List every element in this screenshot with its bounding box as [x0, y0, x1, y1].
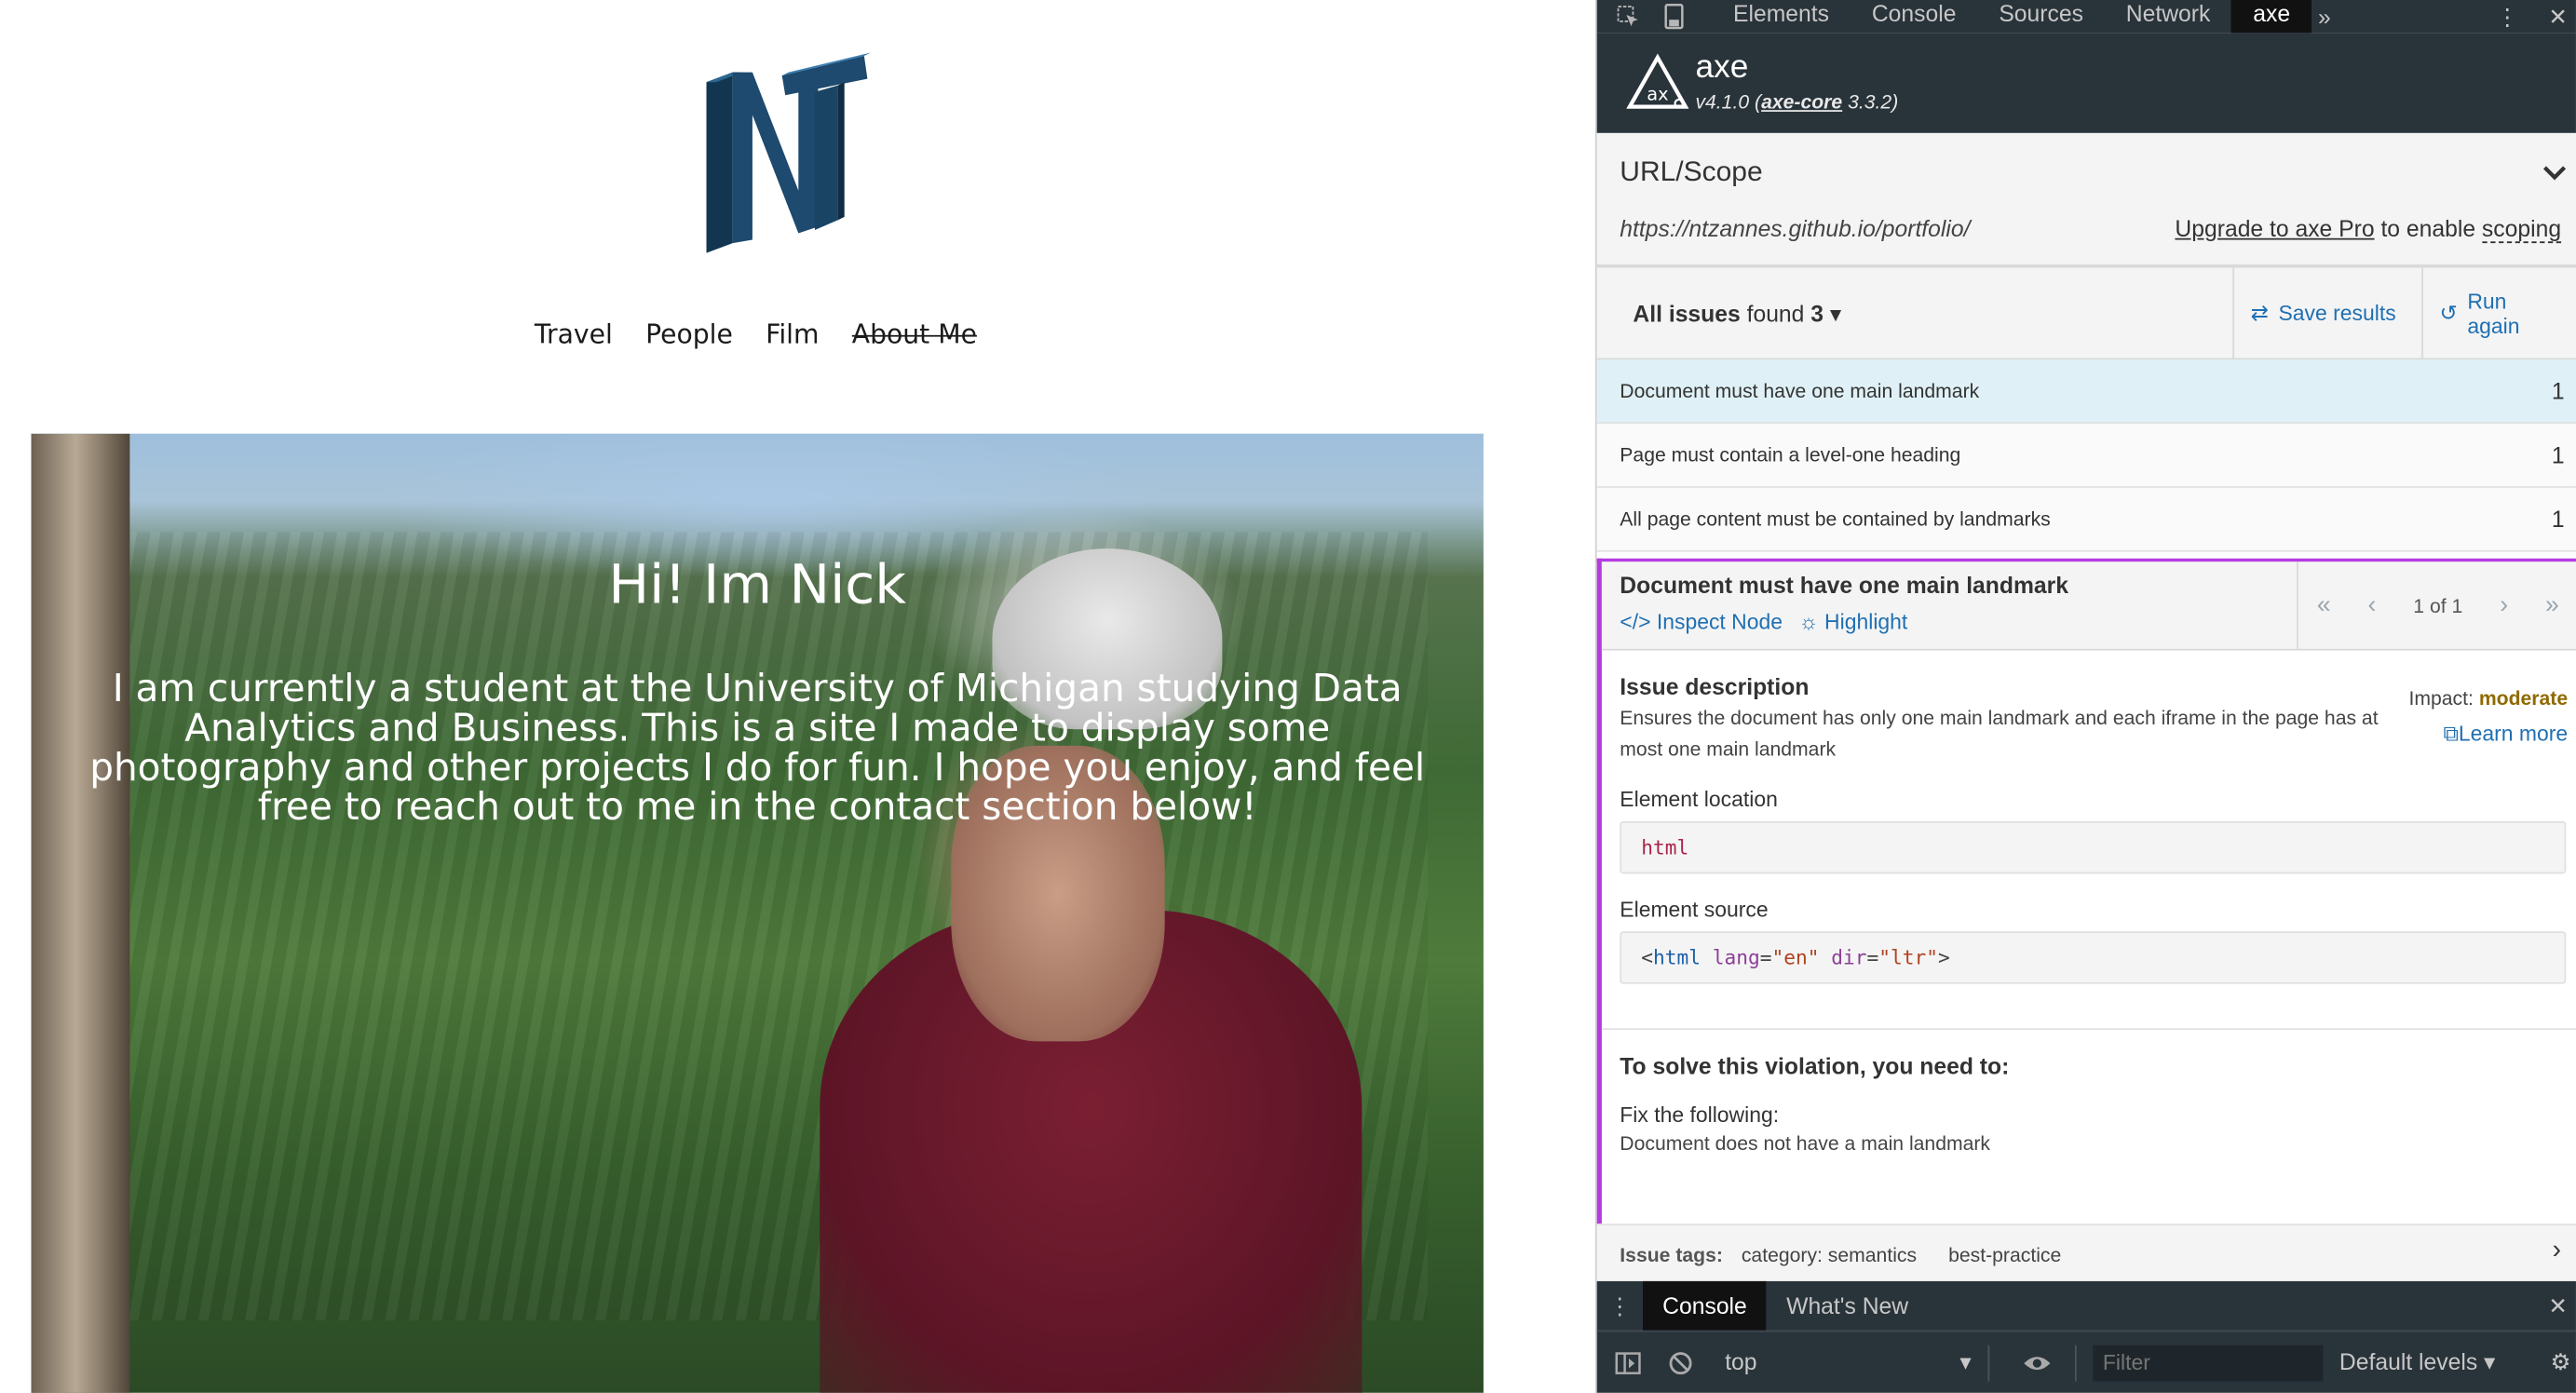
url-scope-title: URL/Scope	[1620, 156, 1763, 188]
highlight-icon: ☼	[1798, 609, 1819, 634]
issue-row-landmarks[interactable]: All page content must be contained by la…	[1596, 487, 2576, 552]
console-filter-input[interactable]	[2093, 1344, 2324, 1381]
run-again-button[interactable]: ↺ Run again	[2421, 267, 2576, 358]
impact-value: moderate	[2478, 686, 2569, 710]
clear-console-icon[interactable]	[1660, 1346, 1702, 1379]
drawer-menu-icon[interactable]: ⋮	[1597, 1292, 1643, 1319]
prev-page-icon[interactable]: ‹	[2368, 591, 2377, 619]
pager-status: 1 of 1	[2413, 593, 2463, 617]
fix-label: Fix the following:	[1620, 1102, 1780, 1128]
tab-sources[interactable]: Sources	[1977, 0, 2104, 33]
external-link-icon: ⧉	[2443, 721, 2459, 746]
svg-text:ax: ax	[1647, 84, 1668, 105]
save-results-button[interactable]: ⇄ Save results	[2232, 267, 2421, 358]
issues-summary-bar: All issues found 3 ▾ ⇄ Save results ↺ Ru…	[1596, 267, 2576, 360]
close-icon[interactable]: ✕	[2548, 3, 2568, 31]
site-nav: Travel People Film About Me	[0, 318, 1512, 350]
chevron-right-icon[interactable]: ›	[2553, 1237, 2561, 1266]
sidebar-toggle-icon[interactable]	[1607, 1346, 1649, 1379]
inspect-node-link[interactable]: </> Inspect Node	[1620, 609, 1783, 633]
issue-detail-actions: </> Inspect Node ☼ Highlight	[1620, 609, 1907, 633]
more-tabs-icon[interactable]: »	[2318, 4, 2331, 30]
last-page-icon[interactable]: »	[2545, 591, 2559, 619]
context-selector[interactable]: top ▾	[1725, 1348, 1972, 1376]
url-scope-section: URL/Scope https://ntzannes.github.io/por…	[1596, 132, 2576, 268]
highlight-link[interactable]: ☼ Highlight	[1799, 609, 1908, 633]
first-page-icon[interactable]: «	[2317, 591, 2331, 619]
issue-tag: best-practice	[1948, 1243, 2062, 1267]
hero-title: Hi! Im Nick	[608, 551, 907, 616]
gear-icon[interactable]: ⚙	[2550, 1348, 2570, 1376]
device-toolbar-icon[interactable]	[1660, 4, 1689, 30]
solve-section: To solve this violation, you need to: Fi…	[1601, 1028, 2576, 1225]
chevron-down-icon[interactable]	[2542, 159, 2568, 189]
nav-link-film[interactable]: Film	[766, 318, 819, 350]
element-source-box[interactable]: <html lang="en" dir="ltr">	[1620, 931, 2567, 984]
axe-version: v4.1.0 (axe-core 3.3.2)	[1695, 90, 1899, 114]
tab-network[interactable]: Network	[2105, 0, 2231, 33]
console-drawer-tabs: ⋮ Console What's New ✕	[1596, 1280, 2576, 1331]
toolbar-divider	[1987, 1344, 1990, 1381]
issue-detail-title: Document must have one main landmark	[1620, 571, 2069, 599]
scoping-term[interactable]: scoping	[2481, 215, 2562, 244]
drawer-tab-console[interactable]: Console	[1643, 1280, 1767, 1331]
impact-info: Impact: moderate ⧉Learn more	[2408, 686, 2569, 747]
learn-more-link[interactable]: ⧉Learn more	[2408, 721, 2568, 747]
solve-title: To solve this violation, you need to:	[1620, 1052, 2010, 1079]
tab-console[interactable]: Console	[1851, 0, 1977, 33]
issue-detail-panel: Document must have one main landmark </>…	[1596, 558, 2576, 1225]
issue-tags-bar: Issue tags: category: semantics best-pra…	[1596, 1224, 2576, 1281]
hero-banner: Hi! Im Nick I am currently a student at …	[31, 433, 1484, 1393]
axe-logo-icon: ax	[1626, 53, 1689, 109]
issue-pager: « ‹ 1 of 1 › »	[2297, 561, 2576, 649]
issue-row-level-one-heading[interactable]: Page must contain a level-one heading 1	[1596, 424, 2576, 488]
axe-core-link[interactable]: axe-core	[1761, 90, 1842, 114]
issue-detail-header: Document must have one main landmark </>…	[1601, 561, 2576, 651]
tab-axe[interactable]: axe	[2231, 0, 2312, 34]
axe-header: ax axe v4.1.0 (axe-core 3.3.2)	[1596, 33, 2576, 133]
nav-link-people[interactable]: People	[645, 318, 733, 350]
issues-filter-dropdown[interactable]: All issues found 3 ▾	[1633, 301, 1841, 329]
eye-icon[interactable]	[2015, 1346, 2058, 1379]
issue-tag: category: semantics	[1741, 1243, 1918, 1267]
code-icon: </>	[1620, 609, 1651, 634]
axe-title: axe	[1695, 48, 1749, 86]
issue-description: Ensures the document has only one main l…	[1620, 706, 2379, 761]
scope-url: https://ntzannes.github.io/portfolio/	[1620, 215, 1971, 242]
element-location-label: Element location	[1620, 786, 1778, 812]
kebab-menu-icon[interactable]: ⋮	[2496, 3, 2519, 31]
website-viewport: Travel People Film About Me Hi! Im Nick …	[0, 0, 1595, 1393]
close-drawer-icon[interactable]: ✕	[2548, 1292, 2568, 1319]
log-levels-dropdown[interactable]: Default levels ▾	[2339, 1348, 2496, 1376]
swap-icon: ⇄	[2250, 299, 2269, 325]
devtools-tabbar: Elements Console Sources Network axe » ⋮…	[1596, 0, 2576, 34]
upgrade-axe-pro-link[interactable]: Upgrade to axe Pro	[2175, 215, 2374, 241]
nav-link-travel[interactable]: Travel	[535, 318, 613, 350]
refresh-icon: ↺	[2439, 299, 2458, 325]
issue-row-main-landmark[interactable]: Document must have one main landmark 1	[1596, 359, 2576, 425]
screen: Travel People Film About Me Hi! Im Nick …	[0, 0, 2576, 1393]
toolbar-divider	[2074, 1344, 2077, 1381]
next-page-icon[interactable]: ›	[2500, 591, 2508, 619]
issue-description-title: Issue description	[1620, 673, 1810, 700]
caret-down-icon: ▾	[1959, 1348, 1972, 1375]
inspect-element-icon[interactable]	[1613, 4, 1643, 30]
upgrade-note: Upgrade to axe Pro to enable scoping	[2175, 215, 2562, 244]
hero-text: I am currently a student at the Universi…	[89, 668, 1426, 830]
drawer-tab-whats-new[interactable]: What's New	[1767, 1281, 1928, 1331]
element-source-label: Element source	[1620, 897, 1769, 922]
fix-item: Document does not have a main landmark	[1620, 1131, 1991, 1156]
site-logo[interactable]	[697, 49, 877, 253]
nav-link-about-me[interactable]: About Me	[852, 318, 977, 350]
element-location-box[interactable]: html	[1620, 821, 2567, 874]
tab-elements[interactable]: Elements	[1712, 0, 1851, 33]
issue-tags-label: Issue tags:	[1620, 1243, 1723, 1267]
viewport: Travel People Film About Me Hi! Im Nick …	[0, 0, 2576, 1393]
caret-down-icon: ▾	[1829, 300, 1842, 328]
issues-list: Document must have one main landmark 1 P…	[1596, 359, 2576, 552]
devtools-panel: Elements Console Sources Network axe » ⋮…	[1594, 0, 2576, 1393]
console-toolbar: top ▾ Default levels ▾ ⚙	[1596, 1330, 2576, 1393]
